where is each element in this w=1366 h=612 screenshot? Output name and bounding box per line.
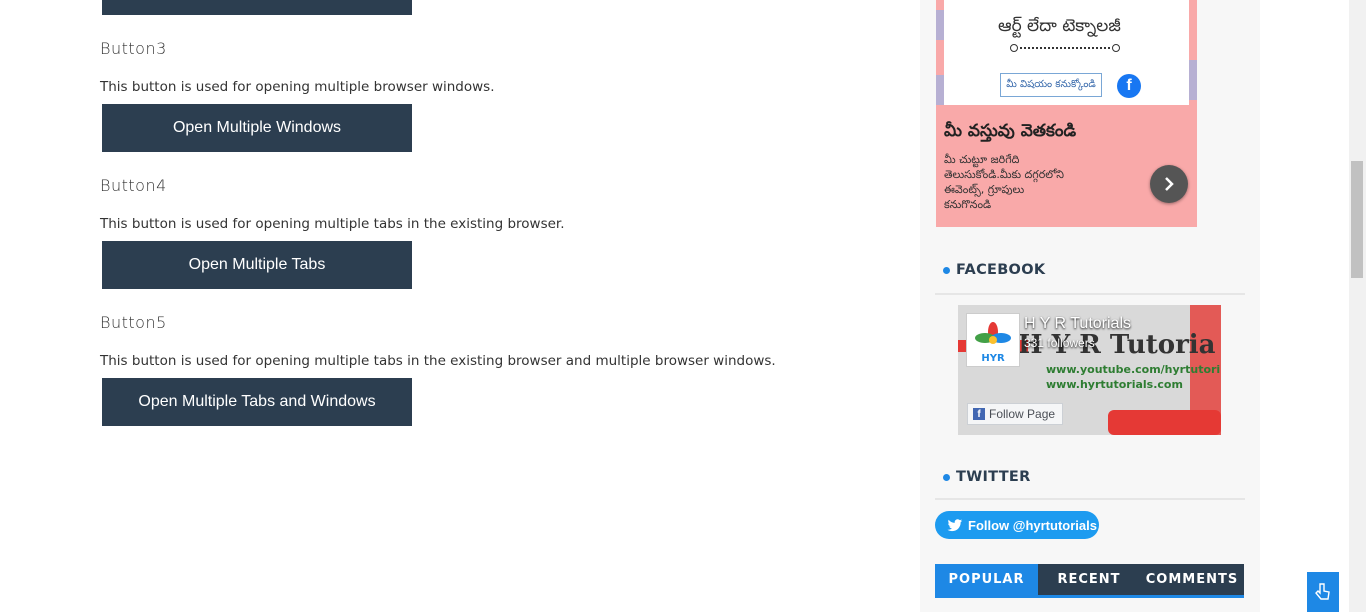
section-description-button3: This button is used for opening multiple… [100,79,495,95]
facebook-icon: f [1117,74,1141,98]
ad-title: మీ వస్తువు వెతకండి [944,121,1077,141]
section-description-button5: This button is used for opening multiple… [100,353,776,369]
section-heading-button5: Button5 [100,313,167,332]
facebook-icon: f [973,408,985,420]
main-content: Button3 This button is used for opening … [0,0,920,612]
ad-decoration [1189,60,1197,100]
follow-page-button[interactable]: f Follow Page [967,403,1064,425]
ad-decoration [936,75,944,105]
scrollbar-thumb[interactable] [1351,161,1363,278]
divider [935,498,1245,500]
twitter-bird-icon [947,518,963,531]
dot-icon [1112,44,1120,52]
section-description-button4: This button is used for opening multiple… [100,216,565,232]
facebook-widget-title: FACEBOOK [943,262,1045,278]
ad-description: మీ చుట్టూ జరిగేది తెలుసుకోండి.మీకు దగ్గర… [944,153,1064,211]
facebook-page-widget[interactable]: H Y R Tutoria www.youtube.com/hyrtutori … [958,305,1221,435]
open-multiple-tabs-button[interactable]: Open Multiple Tabs [102,241,412,289]
twitter-follow-button[interactable]: Follow @hyrtutorials [935,511,1099,539]
bullet-icon [943,266,950,274]
followers-count: 331 followers [1024,336,1095,350]
ad-card: ఆర్ట్ లేదా టెక్నాలజీ మీ విషయం కనుక్కోండి… [944,0,1189,105]
ad-chip[interactable]: మీ విషయం కనుక్కోండి [1000,73,1102,97]
twitter-widget-title-text: TWITTER [956,469,1031,485]
section-heading-button3: Button3 [100,39,167,58]
ad-decoration [936,10,944,40]
ad-dots-line [1010,42,1120,54]
scrollbar[interactable] [1349,0,1366,612]
facebook-widget-title-text: FACEBOOK [956,262,1046,278]
page-logo[interactable]: HYR [966,313,1020,367]
ad-card-text: ఆర్ట్ లేదా టెక్నాలజీ [998,16,1121,36]
dotted-line [1020,47,1110,49]
banner-url: www.hyrtutorials.com [1046,378,1183,391]
pointer-hand-icon[interactable] [1307,572,1339,612]
tab-popular[interactable]: POPULAR [935,564,1038,595]
divider [935,293,1245,295]
dot-icon [1010,44,1018,52]
bullet-icon [943,473,950,481]
open-multiple-tabs-and-windows-button[interactable]: Open Multiple Tabs and Windows [102,378,412,426]
tab-comments[interactable]: COMMENTS [1140,564,1244,595]
twitter-follow-label: Follow @hyrtutorials [968,517,1097,533]
open-multiple-windows-button[interactable]: Open Multiple Windows [102,104,412,152]
advertisement[interactable]: ఆర్ట్ లేదా టెక్నాలజీ మీ విషయం కనుక్కోండి… [936,0,1197,227]
banner-url: www.youtube.com/hyrtutori [1046,363,1221,376]
previous-button[interactable] [102,0,412,15]
posts-tabs: POPULAR RECENT COMMENTS [935,564,1244,598]
section-heading-button4: Button4 [100,176,167,195]
twitter-widget-title: TWITTER [943,469,1031,485]
chevron-right-icon[interactable] [1150,165,1188,203]
follow-page-label: Follow Page [989,407,1056,421]
page-name[interactable]: H Y R Tutorials [1024,315,1131,333]
logo-text: HYR [981,353,1005,364]
tab-recent[interactable]: RECENT [1038,564,1140,595]
